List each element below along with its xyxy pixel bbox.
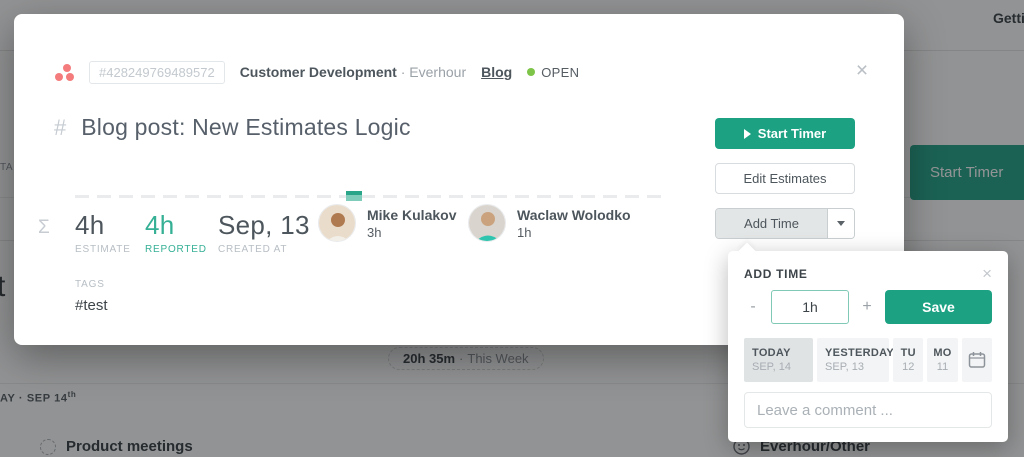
open-status-dot-icon	[527, 68, 535, 76]
member-name: Mike Kulakov	[367, 207, 456, 223]
add-time-popover: ADD TIME × - + Save TODAY SEP, 14 YESTER…	[728, 251, 1008, 442]
project-name: Customer Development	[240, 64, 397, 80]
modal-header: #428249769489572 Customer Development · …	[54, 59, 579, 85]
save-button[interactable]: Save	[885, 290, 992, 324]
play-icon	[744, 129, 751, 139]
title-hash: #	[54, 115, 66, 141]
tags-label: TAGS	[75, 279, 105, 290]
progress-marker	[346, 191, 362, 201]
calendar-icon	[968, 351, 986, 369]
asana-logo-icon	[54, 64, 74, 81]
section-link[interactable]: Blog	[481, 64, 512, 80]
estimate-value: 4h	[75, 210, 131, 241]
reported-label: REPORTED	[145, 244, 207, 255]
title-row: # Blog post: New Estimates Logic	[54, 114, 411, 141]
add-time-split-button: Add Time	[715, 208, 855, 239]
reported-stat: 4h REPORTED	[145, 210, 207, 255]
close-icon[interactable]: ×	[848, 57, 876, 85]
avatar	[318, 204, 356, 242]
comment-input[interactable]	[744, 392, 992, 428]
date-mo-button[interactable]: MO 11	[927, 338, 957, 382]
date-tu-button[interactable]: TU 12	[893, 338, 923, 382]
start-timer-button[interactable]: Start Timer	[715, 118, 855, 149]
estimate-stat: 4h ESTIMATE	[75, 210, 131, 255]
plus-button[interactable]: +	[858, 296, 876, 318]
chevron-down-icon	[837, 221, 845, 226]
calendar-picker-button[interactable]	[962, 338, 992, 382]
estimate-label: ESTIMATE	[75, 244, 131, 255]
action-buttons: Start Timer Edit Estimates Add Time	[715, 118, 855, 239]
task-id-badge: #428249769489572	[89, 61, 225, 84]
member-time: 1h	[517, 225, 631, 240]
time-progress-bar	[75, 195, 665, 198]
sum-icon: Σ	[38, 217, 50, 239]
date-today-button[interactable]: TODAY SEP, 14	[744, 338, 813, 382]
add-time-dropdown-button[interactable]	[827, 209, 854, 238]
status-label: OPEN	[541, 65, 579, 80]
time-input[interactable]	[771, 290, 849, 324]
time-stepper: - + Save	[744, 290, 992, 324]
date-picker-row: TODAY SEP, 14 YESTERDAY SEP, 13 TU 12 MO…	[744, 338, 992, 382]
avatar	[468, 204, 506, 242]
member-time: 3h	[367, 225, 456, 240]
close-icon[interactable]: ×	[982, 265, 992, 282]
popover-header: ADD TIME ×	[744, 265, 992, 282]
member-time-row: Mike Kulakov 3h	[318, 204, 456, 242]
date-yesterday-button[interactable]: YESTERDAY SEP, 13	[817, 338, 889, 382]
created-label: CREATED AT	[218, 244, 310, 255]
created-value: Sep, 13	[218, 210, 310, 241]
workspace-name: Everhour	[409, 64, 466, 80]
popover-title: ADD TIME	[744, 267, 808, 281]
created-stat: Sep, 13 CREATED AT	[218, 210, 310, 255]
status-badge: OPEN	[527, 65, 579, 80]
page-title: Blog post: New Estimates Logic	[81, 114, 410, 141]
minus-button[interactable]: -	[744, 296, 762, 318]
edit-estimates-button[interactable]: Edit Estimates	[715, 163, 855, 194]
member-time-row: Waclaw Wolodko 1h	[468, 204, 631, 242]
breadcrumb: Customer Development · Everhour	[240, 64, 466, 80]
add-time-button[interactable]: Add Time	[716, 209, 827, 238]
member-name: Waclaw Wolodko	[517, 207, 631, 223]
reported-value: 4h	[145, 210, 207, 241]
tag-item[interactable]: #test	[75, 297, 108, 314]
